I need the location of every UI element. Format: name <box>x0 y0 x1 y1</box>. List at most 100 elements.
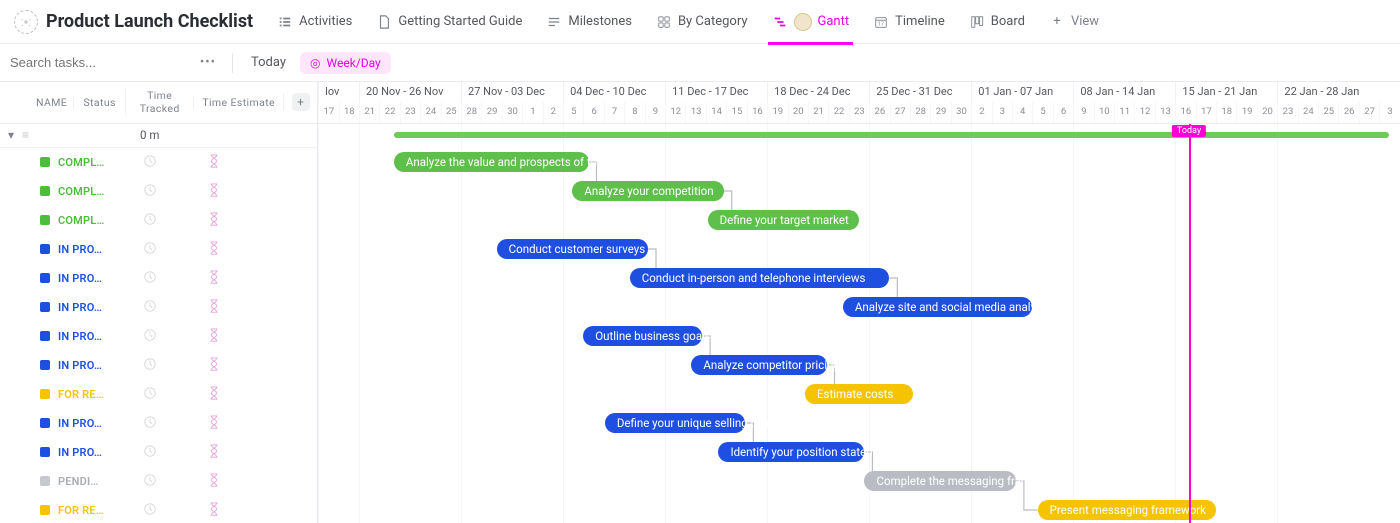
week-label: 27 Nov - 03 Dec <box>461 82 563 102</box>
gantt-bar[interactable]: Conduct in-person and telephone intervie… <box>630 268 890 288</box>
tab-by-category[interactable]: By Category <box>646 0 758 44</box>
day-label: 21 <box>808 102 828 123</box>
col-name[interactable]: NAME <box>0 96 73 109</box>
gantt-bar[interactable]: Define your target market <box>708 210 859 230</box>
status-label: COMPL… <box>58 185 116 198</box>
calendar-icon: 17 <box>873 14 889 30</box>
svg-text:17: 17 <box>878 21 884 27</box>
status-square-icon <box>40 186 50 196</box>
gantt-bar[interactable]: Analyze the value and prospects of the m… <box>394 152 589 172</box>
task-row[interactable]: IN PRO… <box>0 438 317 467</box>
toolbar: ••• Today ◎ Week/Day <box>0 44 1400 82</box>
task-row[interactable]: COMPL… <box>0 206 317 235</box>
gantt-bar[interactable]: Analyze competitor pricing <box>691 355 826 375</box>
gantt-bar[interactable]: Outline business goals <box>583 326 702 346</box>
gantt-bar[interactable]: Define your unique selling point <box>605 413 746 433</box>
task-row[interactable]: IN PRO… <box>0 293 317 322</box>
today-line <box>1189 124 1191 523</box>
day-label: 26 <box>1338 102 1358 123</box>
search-input[interactable] <box>8 51 188 74</box>
task-row[interactable]: IN PRO… <box>0 351 317 380</box>
tab-activities[interactable]: Activities <box>267 0 362 44</box>
status-square-icon <box>40 215 50 225</box>
tab-label: By Category <box>678 14 748 29</box>
hourglass-icon <box>184 270 244 287</box>
hourglass-icon <box>184 357 244 374</box>
status-label: FOR RE… <box>58 504 116 517</box>
day-label: 13 <box>685 102 705 123</box>
today-button[interactable]: Today <box>245 51 292 74</box>
tab-timeline[interactable]: 17Timeline <box>863 0 955 44</box>
day-label: 5 <box>563 102 583 123</box>
clock-icon <box>124 241 176 258</box>
col-time-tracked[interactable]: Time Tracked <box>125 89 193 115</box>
gantt-bar[interactable]: Analyze your competition <box>572 181 723 201</box>
day-label: 8 <box>624 102 644 123</box>
status-label: FOR RE… <box>58 388 116 401</box>
clock-icon <box>124 502 176 519</box>
gantt-bar[interactable]: Identify your position statement <box>718 442 864 462</box>
status-label: IN PRO… <box>58 243 116 256</box>
day-label: 30 <box>502 102 522 123</box>
tab-board[interactable]: Board <box>959 0 1035 44</box>
day-label: 18 <box>1216 102 1236 123</box>
day-label: 15 <box>726 102 746 123</box>
tab-getting-started[interactable]: Getting Started Guide <box>366 0 532 44</box>
tab-label: Getting Started Guide <box>398 14 522 29</box>
task-row[interactable]: IN PRO… <box>0 264 317 293</box>
week-label: 18 Dec - 24 Dec <box>767 82 869 102</box>
day-label: 20 <box>788 102 808 123</box>
gantt-bar[interactable]: Estimate costs <box>805 384 913 404</box>
gantt-body[interactable]: Analyze the value and prospects of the m… <box>318 124 1400 523</box>
day-label: 22 <box>828 102 848 123</box>
week-label: 22 Jan - 28 Jan <box>1277 82 1399 102</box>
task-row[interactable]: IN PRO… <box>0 322 317 351</box>
day-label: 5 <box>1032 102 1052 123</box>
day-label: 10 <box>1094 102 1114 123</box>
gantt-pane[interactable]: lov20 Nov - 26 Nov27 Nov - 03 Dec04 Dec … <box>318 82 1400 523</box>
clock-icon <box>124 183 176 200</box>
day-label: 28 <box>461 102 481 123</box>
task-row[interactable]: FOR RE… <box>0 496 317 523</box>
add-view-button[interactable]: + View <box>1039 0 1109 44</box>
plus-icon: + <box>292 93 310 111</box>
gantt-bar[interactable]: Conduct customer surveys <box>497 239 648 259</box>
task-row[interactable]: IN PRO… <box>0 235 317 264</box>
tab-gantt[interactable]: Gantt <box>762 0 860 44</box>
day-label: 22 <box>379 102 399 123</box>
task-pane: NAME Status Time Tracked Time Estimate +… <box>0 82 318 523</box>
gantt-bar[interactable]: Complete the messaging framew… <box>864 471 1015 491</box>
main: NAME Status Time Tracked Time Estimate +… <box>0 82 1400 523</box>
col-status[interactable]: Status <box>73 96 125 109</box>
tab-milestones[interactable]: Milestones <box>536 0 642 44</box>
day-label: 20 <box>1257 102 1277 123</box>
day-label: 24 <box>1298 102 1318 123</box>
gantt-bar[interactable]: Analyze site and social media analytics … <box>843 297 1032 317</box>
week-label: 11 Dec - 17 Dec <box>665 82 767 102</box>
week-label: 04 Dec - 10 Dec <box>563 82 665 102</box>
gantt-icon <box>772 14 788 30</box>
task-row[interactable]: PENDI… <box>0 467 317 496</box>
more-options-button[interactable]: ••• <box>196 55 220 70</box>
board-icon <box>969 14 985 30</box>
week-label: 25 Dec - 31 Dec <box>869 82 971 102</box>
col-time-estimate[interactable]: Time Estimate <box>193 96 283 109</box>
status-square-icon <box>40 273 50 283</box>
task-row[interactable]: COMPL… <box>0 177 317 206</box>
summary-row[interactable]: ▾ ≡ 0 m <box>0 124 317 148</box>
status-square-icon <box>40 505 50 515</box>
clock-icon <box>124 270 176 287</box>
hourglass-icon <box>184 299 244 316</box>
task-row[interactable]: FOR RE… <box>0 380 317 409</box>
day-label: 23 <box>1277 102 1297 123</box>
add-column-button[interactable]: + <box>283 93 317 111</box>
status-square-icon <box>40 418 50 428</box>
day-label: 13 <box>1155 102 1175 123</box>
task-row[interactable]: IN PRO… <box>0 409 317 438</box>
zoom-chip[interactable]: ◎ Week/Day <box>300 52 391 74</box>
tab-label: Gantt <box>818 14 850 29</box>
week-label: 20 Nov - 26 Nov <box>359 82 461 102</box>
status-square-icon <box>40 331 50 341</box>
hourglass-icon <box>184 183 244 200</box>
task-row[interactable]: COMPL… <box>0 148 317 177</box>
